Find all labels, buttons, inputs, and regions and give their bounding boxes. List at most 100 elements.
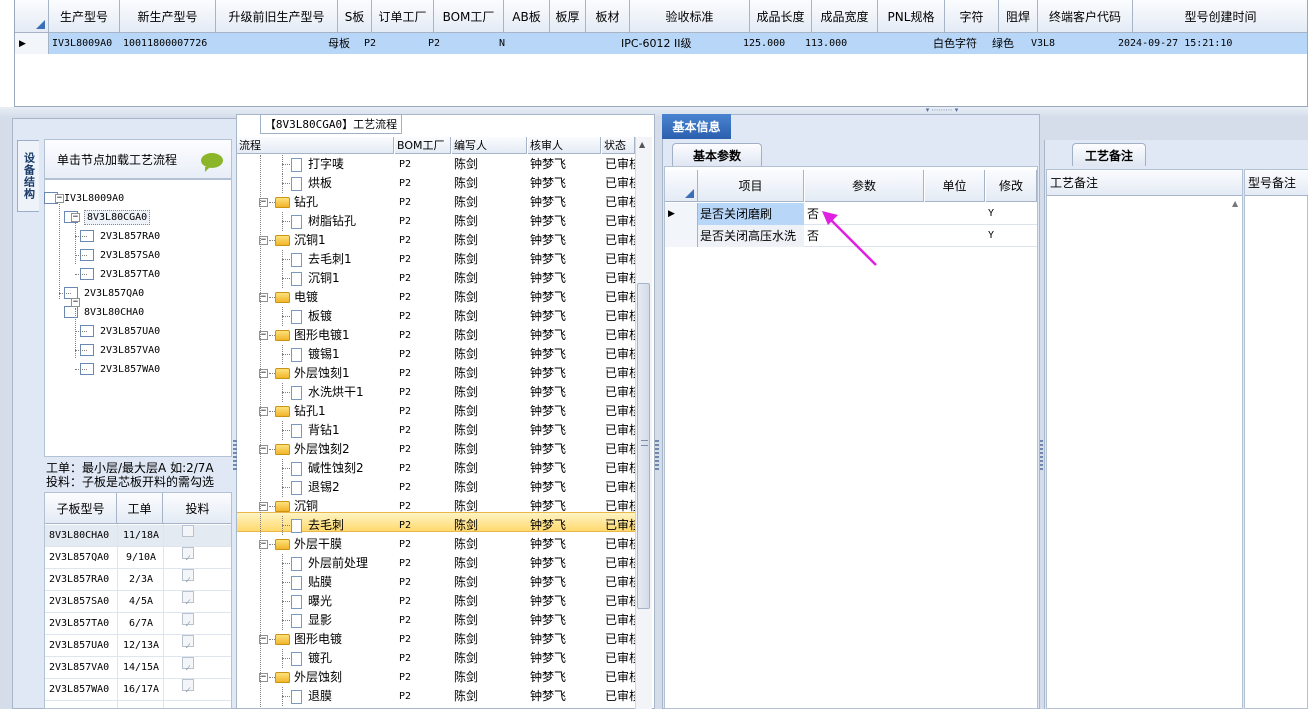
process-row[interactable]: 退膜 P2 陈剑 钟梦飞 已审核 bbox=[237, 687, 635, 706]
process-row[interactable]: −外层蚀刻P2陈剑钟梦飞已审核 bbox=[237, 668, 635, 687]
sub-board-row[interactable]: 2V3L857VA0 14/15A ✓ bbox=[45, 657, 231, 679]
process-row[interactable]: 退锡2 P2 陈剑 钟梦飞 已审核 bbox=[237, 478, 635, 497]
left-splitter-grip[interactable] bbox=[233, 440, 237, 470]
sub-header-1[interactable]: 工单 bbox=[117, 493, 163, 524]
model-notes-box[interactable] bbox=[1244, 169, 1308, 709]
process-row[interactable]: −图形电镀P2陈剑钟梦飞已审核 bbox=[237, 630, 635, 649]
process-row[interactable]: −钻孔P2陈剑钟梦飞已审核 bbox=[237, 193, 635, 212]
process-row[interactable]: 沉铜1 P2 陈剑 钟梦飞 已审核 bbox=[237, 269, 635, 288]
structure-tree[interactable]: IV3L8009A0 8V3L80CGA0 2V3L857RA0 2V3L857SA0… bbox=[44, 179, 232, 457]
param-header-3[interactable]: 修改 bbox=[986, 170, 1037, 202]
process-row[interactable]: 板镀 P2 陈剑 钟梦飞 已审核 bbox=[237, 307, 635, 326]
process-row[interactable]: 外层前处理 P2 陈剑 钟梦飞 已审核 bbox=[237, 554, 635, 573]
sub-board-row[interactable]: 2V3L857TA0 6/7A ✓ bbox=[45, 613, 231, 635]
process-row[interactable]: −电镀P2陈剑钟梦飞已审核 bbox=[237, 288, 635, 307]
column-header-5[interactable]: BOM工厂 bbox=[434, 0, 504, 33]
column-header-6[interactable]: AB板 bbox=[504, 0, 550, 33]
material-checkbox[interactable]: ✓ bbox=[182, 591, 194, 608]
process-row[interactable]: −钻孔1P2陈剑钟梦飞已审核 bbox=[237, 402, 635, 421]
material-checkbox[interactable]: ✓ bbox=[182, 569, 194, 586]
process-row[interactable]: −外层蚀刻1P2陈剑钟梦飞已审核 bbox=[237, 364, 635, 383]
column-header-0[interactable]: 生产型号 bbox=[49, 0, 120, 33]
column-header-16[interactable]: 型号创建时间 bbox=[1133, 0, 1307, 33]
material-checkbox[interactable]: ✓ bbox=[182, 635, 194, 652]
tree-node[interactable]: 2V3L857RA0 bbox=[80, 227, 160, 245]
process-row[interactable]: 镀孔 P2 陈剑 钟梦飞 已审核 bbox=[237, 649, 635, 668]
process-row[interactable]: 碱性蚀刻2 P2 陈剑 钟梦飞 已审核 bbox=[237, 459, 635, 478]
param-header-0[interactable]: 项目 bbox=[698, 170, 804, 202]
tab-basic-info[interactable]: 基本信息 bbox=[662, 114, 731, 139]
process-row[interactable]: −沉铜1P2陈剑钟梦飞已审核 bbox=[237, 231, 635, 250]
cell-width[interactable]: 113.000 bbox=[802, 34, 888, 54]
cell-created[interactable]: 2024-09-27 15:21:10 bbox=[1115, 34, 1307, 54]
param-header-2[interactable]: 单位 bbox=[925, 170, 985, 202]
tab-device-structure[interactable]: 设备结构 bbox=[17, 140, 39, 212]
column-header-9[interactable]: 验收标准 bbox=[630, 0, 750, 33]
sub-board-row[interactable]: 8V3L80CHA0 11/18A bbox=[45, 525, 231, 547]
process-row[interactable]: −沉铜P2陈剑钟梦飞已审核 bbox=[237, 497, 635, 516]
process-notes-box[interactable] bbox=[1046, 169, 1243, 709]
process-header-0[interactable]: 流程 bbox=[237, 137, 394, 154]
process-scroll-thumb[interactable] bbox=[637, 283, 650, 609]
process-row[interactable]: 曝光 P2 陈剑 钟梦飞 已审核 bbox=[237, 592, 635, 611]
column-header-8[interactable]: 板材 bbox=[586, 0, 630, 33]
process-row[interactable]: 树脂钻孔 P2 陈剑 钟梦飞 已审核 bbox=[237, 212, 635, 231]
process-row[interactable]: 贴膜 P2 陈剑 钟梦飞 已审核 bbox=[237, 573, 635, 592]
sub-header-0[interactable]: 子板型号 bbox=[45, 493, 117, 524]
tree-node[interactable]: 2V3L857VA0 bbox=[80, 341, 160, 359]
process-row[interactable]: 去毛刺 P2 陈剑 钟梦飞 已审核 bbox=[237, 516, 635, 535]
column-header-3[interactable]: S板 bbox=[338, 0, 372, 33]
process-row[interactable]: −图形电镀1P2陈剑钟梦飞已审核 bbox=[237, 326, 635, 345]
sub-board-row[interactable]: 2V3L857WA0 16/17A ✓ bbox=[45, 679, 231, 701]
process-row[interactable]: −外层蚀刻2P2陈剑钟梦飞已审核 bbox=[237, 440, 635, 459]
collapse-icon[interactable]: − bbox=[55, 194, 64, 203]
tree-node[interactable]: 2V3L857UA0 bbox=[80, 322, 160, 340]
column-header-14[interactable]: 阻焊 bbox=[999, 0, 1038, 33]
sub-board-row[interactable]: 2V3L857SA0 4/5A ✓ bbox=[45, 591, 231, 613]
notes-scroll-up-icon[interactable]: ▲ bbox=[1232, 199, 1238, 208]
sub-header-2[interactable]: 投料 bbox=[163, 493, 231, 524]
chat-bubble-icon[interactable] bbox=[201, 153, 223, 172]
material-checkbox[interactable]: ✓ bbox=[182, 679, 194, 696]
process-row[interactable]: 显影 P2 陈剑 钟梦飞 已审核 bbox=[237, 611, 635, 630]
process-row[interactable]: 去毛刺1 P2 陈剑 钟梦飞 已审核 bbox=[237, 250, 635, 269]
column-header-7[interactable]: 板厚 bbox=[550, 0, 586, 33]
sub-board-row[interactable]: 2V3L857QA0 9/10A ✓ bbox=[45, 547, 231, 569]
column-header-13[interactable]: 字符 bbox=[945, 0, 999, 33]
cell-standard[interactable]: IPC-6012 II级 bbox=[618, 34, 758, 54]
collapse-icon[interactable]: − bbox=[71, 298, 80, 307]
process-header-4[interactable]: 状态 bbox=[602, 137, 635, 154]
tree-node[interactable]: 2V3L857SA0 bbox=[80, 246, 160, 264]
process-row[interactable]: −外层干膜P2陈剑钟梦飞已审核 bbox=[237, 535, 635, 554]
mid-splitter-grip[interactable] bbox=[655, 440, 659, 470]
material-checkbox[interactable]: ✓ bbox=[182, 547, 194, 564]
sub-board-grid[interactable]: 子板型号 工单 投料 8V3L80CHA0 11/18A 2V3L857QA0 9/10A ✓… bbox=[44, 492, 232, 709]
tab-process-notes[interactable]: 工艺备注 bbox=[1072, 143, 1146, 166]
column-header-4[interactable]: 订单工厂 bbox=[372, 0, 434, 33]
column-header-12[interactable]: PNL规格 bbox=[878, 0, 945, 33]
process-row[interactable]: 镀锡1 P2 陈剑 钟梦飞 已审核 bbox=[237, 345, 635, 364]
column-header-11[interactable]: 成品宽度 bbox=[812, 0, 878, 33]
sub-board-row[interactable]: 2V3L857RA0 2/3A ✓ bbox=[45, 569, 231, 591]
column-header-15[interactable]: 终端客户代码 bbox=[1038, 0, 1133, 33]
sub-board-row[interactable]: 2V3L857UA0 12/13A ✓ bbox=[45, 635, 231, 657]
param-header-1[interactable]: 参数 bbox=[805, 170, 924, 202]
process-row[interactable]: 背钻1 P2 陈剑 钟梦飞 已审核 bbox=[237, 421, 635, 440]
tree-node[interactable]: 2V3L857WA0 bbox=[80, 360, 160, 378]
production-model-grid[interactable]: 生产型号 新生产型号 升级前旧生产型号 S板 订单工厂 BOM工厂 AB板 板厚 板材 验收标准成… bbox=[14, 0, 1308, 107]
process-row[interactable]: 水洗烘干1 P2 陈剑 钟梦飞 已审核 bbox=[237, 383, 635, 402]
column-header-10[interactable]: 成品长度 bbox=[750, 0, 812, 33]
material-checkbox[interactable]: ✓ bbox=[182, 657, 194, 674]
process-header-2[interactable]: 编写人 bbox=[452, 137, 527, 154]
tree-node[interactable]: 2V3L857TA0 bbox=[80, 265, 160, 283]
scroll-up-icon[interactable]: ▲ bbox=[639, 140, 645, 149]
process-row[interactable]: 打字唛 P2 陈剑 钟梦飞 已审核 bbox=[237, 155, 635, 174]
process-header-3[interactable]: 核审人 bbox=[528, 137, 601, 154]
tab-basic-params[interactable]: 基本参数 bbox=[672, 143, 762, 166]
process-row[interactable]: 烘板 P2 陈剑 钟梦飞 已审核 bbox=[237, 174, 635, 193]
process-header-1[interactable]: BOM工厂 bbox=[395, 137, 451, 154]
column-header-1[interactable]: 新生产型号 bbox=[120, 0, 216, 33]
material-checkbox[interactable] bbox=[182, 525, 194, 537]
column-header-2[interactable]: 升级前旧生产型号 bbox=[216, 0, 338, 33]
material-checkbox[interactable]: ✓ bbox=[182, 613, 194, 630]
